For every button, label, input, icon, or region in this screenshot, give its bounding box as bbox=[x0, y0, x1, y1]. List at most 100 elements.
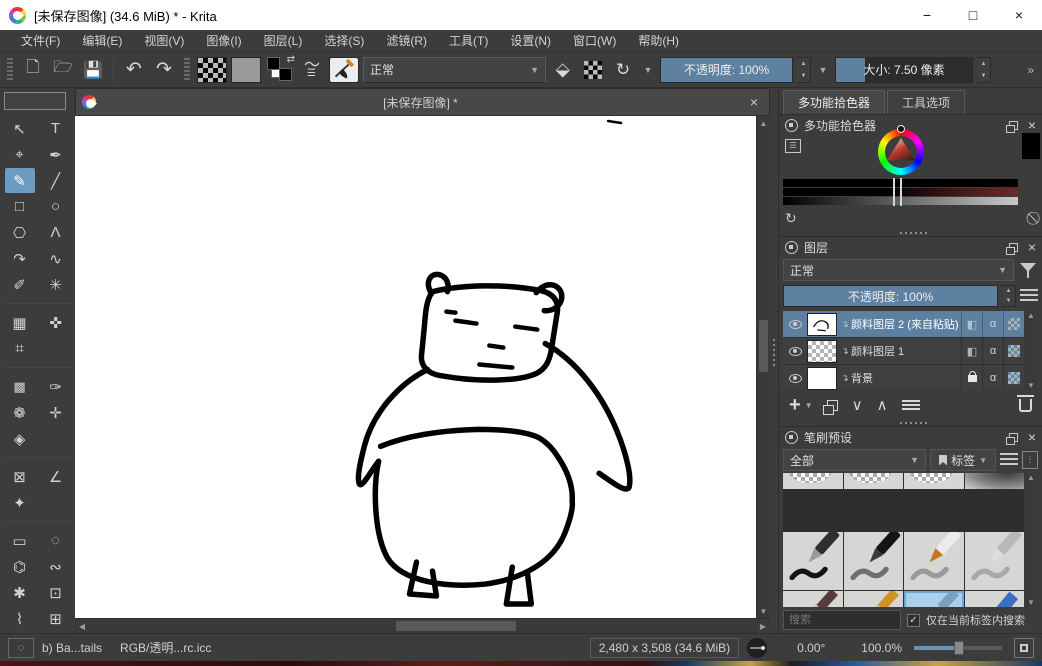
scroll-up-icon[interactable]: ▲ bbox=[1027, 473, 1035, 482]
inherit-alpha-icon[interactable] bbox=[1003, 365, 1024, 390]
menu-item[interactable]: 视图(V) bbox=[133, 30, 195, 52]
elliptical-select-tool[interactable]: ◌ bbox=[41, 528, 71, 553]
undo-icon[interactable]: ↶ bbox=[121, 57, 147, 83]
brush-settings-icon[interactable]: 〜☰ bbox=[299, 57, 325, 83]
measure-tool[interactable]: ∠ bbox=[41, 464, 71, 489]
alpha-lock-icon[interactable]: α bbox=[982, 311, 1003, 337]
brush-preset-eraser-checker[interactable] bbox=[904, 473, 964, 489]
rotation-dial-icon[interactable] bbox=[747, 638, 767, 658]
scroll-down-icon[interactable]: ▼ bbox=[1027, 598, 1035, 607]
ellipse-tool[interactable]: ○ bbox=[41, 194, 71, 219]
new-document-icon[interactable]: 🗋 bbox=[20, 57, 46, 83]
layer-row[interactable]: ↴颜料图层 1◧α bbox=[783, 338, 1024, 365]
docker-float-icon[interactable] bbox=[1009, 433, 1018, 442]
toolbox-drag-header[interactable] bbox=[4, 92, 66, 110]
layer-opacity-slider[interactable]: 不透明度: 100% bbox=[783, 285, 998, 307]
size-spinner[interactable]: ▲▼ bbox=[977, 57, 991, 83]
layer-thumbnail[interactable] bbox=[807, 367, 837, 390]
layer-visibility-toggle[interactable] bbox=[783, 347, 807, 356]
layer-name[interactable]: 颜料图层 1 bbox=[851, 343, 961, 359]
opacity-spinner[interactable]: ▲▼ bbox=[797, 57, 811, 83]
docker-close-icon[interactable]: × bbox=[1028, 430, 1036, 444]
rectangle-tool[interactable]: □ bbox=[5, 194, 35, 219]
layer-scrollbar[interactable]: ▲ ▼ bbox=[1024, 311, 1038, 390]
docker-splitter-handle[interactable] bbox=[779, 420, 1042, 426]
color-channel-bars[interactable] bbox=[783, 179, 1018, 206]
hue-marker[interactable] bbox=[897, 125, 905, 133]
canvas-horizontal-scrollbar[interactable]: ◀ ▶ bbox=[75, 618, 770, 633]
menu-item[interactable]: 选择(S) bbox=[313, 30, 375, 52]
layer-blend-mode-dropdown[interactable]: 正常▼ bbox=[783, 259, 1014, 281]
add-layer-dropdown-icon[interactable]: ▼ bbox=[805, 401, 813, 410]
edit-shapes-tool[interactable]: ⌖ bbox=[5, 142, 35, 167]
brush-preset-eraser-circle[interactable] bbox=[783, 473, 843, 489]
scroll-down-icon[interactable]: ▼ bbox=[757, 604, 771, 618]
brush-size-slider[interactable]: 大小: 7.50 像素 bbox=[835, 57, 973, 83]
chevron-down-icon[interactable]: ▼ bbox=[640, 57, 656, 83]
freehand-brush-tool[interactable]: ✎ bbox=[5, 168, 35, 193]
layer-thumbnail[interactable] bbox=[807, 340, 837, 363]
redo-icon[interactable]: ↷ bbox=[151, 57, 177, 83]
move-layer-down-button[interactable]: ∨ bbox=[852, 396, 863, 414]
scroll-left-icon[interactable]: ◀ bbox=[75, 619, 89, 633]
toolbar-drag-handle[interactable] bbox=[184, 58, 190, 82]
vscroll-thumb[interactable] bbox=[759, 320, 768, 372]
magnetic-select-tool[interactable]: ⌇ bbox=[5, 606, 35, 631]
duplicate-layer-button[interactable] bbox=[827, 400, 838, 411]
docker-lock-icon[interactable] bbox=[785, 431, 798, 444]
menu-item[interactable]: 工具(T) bbox=[438, 30, 499, 52]
brush-lock-icon[interactable]: ◧ bbox=[967, 345, 977, 358]
colorize-mask-tool[interactable]: ❁ bbox=[5, 400, 35, 425]
docker-splitter-handle[interactable] bbox=[779, 230, 1042, 236]
pattern-chooser[interactable] bbox=[231, 57, 261, 83]
bezier-select-tool[interactable]: ⊞ bbox=[41, 606, 71, 631]
move-layer-up-button[interactable]: ∧ bbox=[877, 396, 888, 414]
text-tool[interactable]: T bbox=[41, 116, 71, 141]
brush-preset-watercolor-blue[interactable] bbox=[904, 591, 964, 607]
inherit-alpha-icon[interactable] bbox=[1003, 338, 1024, 364]
docker-close-icon[interactable]: × bbox=[1028, 118, 1036, 132]
hscroll-thumb[interactable] bbox=[396, 621, 516, 631]
layer-name[interactable]: 背景 bbox=[851, 370, 961, 386]
polygon-tool[interactable]: ⎔ bbox=[5, 220, 35, 245]
tab-advanced-color-selector[interactable]: 多功能拾色器 bbox=[783, 90, 885, 114]
zoom-slider-knob[interactable] bbox=[954, 641, 964, 655]
brush-lock-icon[interactable]: ◧ bbox=[967, 318, 977, 331]
eraser-mode-icon[interactable]: ◪ bbox=[550, 57, 576, 83]
brush-preset-pencil-blue[interactable] bbox=[965, 591, 1025, 607]
tab-tool-options[interactable]: 工具选项 bbox=[887, 90, 965, 114]
save-icon[interactable]: 💾 bbox=[80, 57, 106, 83]
similar-color-select-tool[interactable]: ⊡ bbox=[41, 580, 71, 605]
brush-preset-airbrush-dark[interactable] bbox=[965, 473, 1025, 489]
freehand-path-tool[interactable]: ∿ bbox=[41, 246, 71, 271]
brush-preset-paintbrush-dark[interactable] bbox=[783, 591, 843, 607]
brush-tag-filter-dropdown[interactable]: 全部▼ bbox=[783, 449, 926, 471]
gradient-chooser[interactable] bbox=[197, 57, 227, 83]
reference-images-tool[interactable]: ✦ bbox=[5, 490, 35, 515]
menu-item[interactable]: 编辑(E) bbox=[71, 30, 133, 52]
brush-preset-eraser-circle-soft[interactable] bbox=[844, 473, 904, 489]
opacity-slider[interactable]: 不透明度: 100% bbox=[660, 57, 793, 83]
scroll-right-icon[interactable]: ▶ bbox=[756, 619, 770, 633]
multibrush-tool[interactable]: ✳ bbox=[41, 272, 71, 297]
layer-row[interactable]: ↴背景α bbox=[783, 365, 1024, 390]
selection-display-mode-button[interactable]: ◌ bbox=[8, 638, 34, 658]
layer-lock-cell[interactable]: ◧ bbox=[961, 338, 982, 364]
smart-patch-tool[interactable]: ✛ bbox=[41, 400, 71, 425]
reload-preset-icon[interactable]: ↻ bbox=[610, 57, 636, 83]
polyline-tool[interactable]: Λ bbox=[41, 220, 71, 245]
brush-scrollbar[interactable]: ▲ ▼ bbox=[1024, 473, 1038, 607]
selector-shape-icon[interactable]: ☰ bbox=[785, 139, 801, 153]
zoom-fit-button[interactable] bbox=[1014, 638, 1034, 658]
polygonal-select-tool[interactable]: ⌬ bbox=[5, 554, 35, 579]
brush-preset-pen-silver[interactable] bbox=[965, 532, 1025, 590]
line-tool[interactable]: ╱ bbox=[41, 168, 71, 193]
subwindow-close-icon[interactable]: × bbox=[739, 94, 769, 110]
fg-bg-colors[interactable]: ⇄ bbox=[265, 56, 295, 84]
zoom-slider[interactable] bbox=[914, 646, 1002, 650]
gradient-tool[interactable]: ▩ bbox=[5, 374, 35, 399]
freehand-select-tool[interactable]: ∾ bbox=[41, 554, 71, 579]
menu-item[interactable]: 帮助(H) bbox=[627, 30, 690, 52]
search-in-tag-checkbox[interactable]: ✓ bbox=[907, 614, 920, 627]
layer-visibility-toggle[interactable] bbox=[783, 374, 807, 383]
